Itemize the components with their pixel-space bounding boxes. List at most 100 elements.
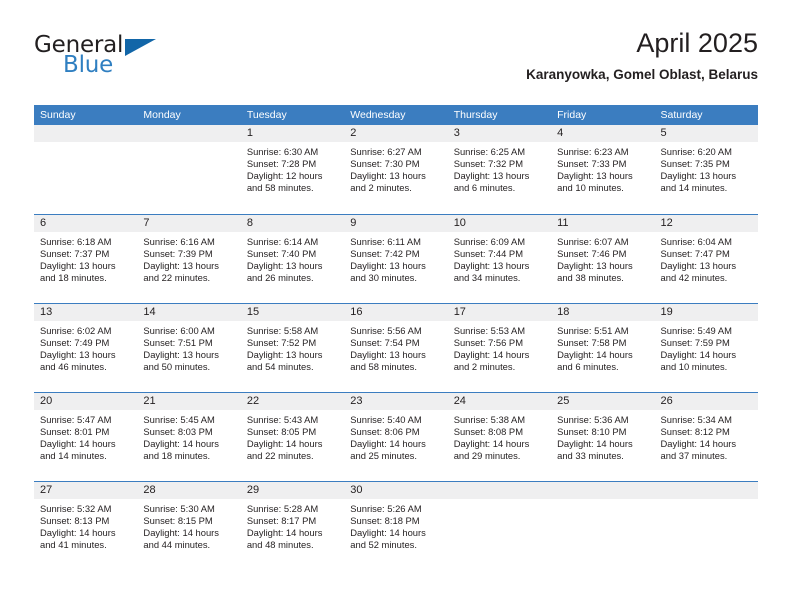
calendar-day-cell[interactable]: 2 Sunrise: 6:27 AM Sunset: 7:30 PM Daylight… <box>344 125 448 214</box>
sunset-text: Sunset: 7:59 PM <box>660 336 730 348</box>
calendar-day-cell[interactable]: 10 Sunrise: 6:09 AM Sunset: 7:44 PM Dayligh… <box>447 213 552 303</box>
daylight-text: Daylight: 14 hours and 2 minutes. <box>453 348 530 372</box>
sunset-text: Sunset: 7:32 PM <box>453 158 523 170</box>
calendar-day-cell[interactable]: 14 Sunrise: 6:00 AM Sunset: 7:51 PM Dayligh… <box>137 302 241 392</box>
day-details: Sunrise: 6:30 AM Sunset: 7:28 PM Daylight:… <box>241 142 344 194</box>
calendar-day-cell[interactable]: 11 Sunrise: 6:07 AM Sunset: 7:46 PM Dayligh… <box>551 213 655 303</box>
daylight-text: Daylight: 14 hours and 25 minutes. <box>350 437 426 461</box>
calendar-day-cell[interactable]: 25 Sunrise: 5:36 AM Sunset: 8:10 PM Dayligh… <box>551 391 655 481</box>
day-cell-inner: 3 Sunrise: 6:25 AM Sunset: 7:32 PM Daylight… <box>447 125 552 214</box>
day-number: 21 <box>137 392 241 410</box>
calendar-day-cell[interactable]: 21 Sunrise: 5:45 AM Sunset: 8:03 PM Dayligh… <box>137 391 241 481</box>
calendar-day-cell[interactable]: 17 Sunrise: 5:53 AM Sunset: 7:56 PM Dayligh… <box>447 302 552 392</box>
calendar-day-cell-empty <box>551 480 655 570</box>
page-subtitle: Karanyowka, Gomel Oblast, Belarus <box>526 67 758 82</box>
sunrise-text: Sunrise: 6:25 AM <box>453 146 526 157</box>
calendar-day-cell-empty <box>137 125 241 214</box>
day-cell-inner: 1 Sunrise: 6:30 AM Sunset: 7:28 PM Daylight… <box>240 125 345 214</box>
day-cell-inner: 21 Sunrise: 5:45 AM Sunset: 8:03 PM Dayligh… <box>137 392 241 481</box>
calendar-day-cell[interactable]: 20 Sunrise: 5:47 AM Sunset: 8:01 PM Dayligh… <box>34 391 138 481</box>
daylight-text: Daylight: 14 hours and 52 minutes. <box>350 526 426 550</box>
day-number: 20 <box>34 392 138 410</box>
calendar-day-cell[interactable]: 22 Sunrise: 5:43 AM Sunset: 8:05 PM Dayligh… <box>240 391 345 481</box>
calendar-day-cell[interactable]: 18 Sunrise: 5:51 AM Sunset: 7:58 PM Dayligh… <box>551 302 655 392</box>
calendar-day-cell[interactable]: 9 Sunrise: 6:11 AM Sunset: 7:42 PM Daylight… <box>344 213 448 303</box>
sunrise-text: Sunrise: 6:00 AM <box>143 324 215 336</box>
weekday-header-thursday: Thursday <box>447 105 552 125</box>
general-blue-logo[interactable]: General Blue <box>34 32 214 88</box>
day-number: 23 <box>344 392 448 410</box>
calendar-day-cell[interactable]: 5 Sunrise: 6:20 AM Sunset: 7:35 PM Daylight… <box>654 125 758 214</box>
day-number: 27 <box>34 481 138 499</box>
day-cell-inner: 22 Sunrise: 5:43 AM Sunset: 8:05 PM Dayligh… <box>240 392 345 481</box>
sunrise-text: Sunrise: 6:04 AM <box>660 235 732 247</box>
calendar-day-cell[interactable]: 12 Sunrise: 6:04 AM Sunset: 7:47 PM Dayligh… <box>654 213 758 303</box>
sunrise-text: Sunrise: 6:02 AM <box>40 324 112 336</box>
day-number <box>551 481 655 499</box>
sunset-text: Sunset: 7:51 PM <box>143 336 213 348</box>
sunset-text: Sunset: 7:47 PM <box>660 247 730 259</box>
day-number <box>34 125 138 142</box>
calendar-day-cell[interactable]: 16 Sunrise: 5:56 AM Sunset: 7:54 PM Dayligh… <box>344 302 448 392</box>
calendar-week-row: 1 Sunrise: 6:30 AM Sunset: 7:28 PM Daylight… <box>34 125 758 214</box>
weekday-header-wednesday: Wednesday <box>344 105 448 125</box>
calendar-day-cell[interactable]: 23 Sunrise: 5:40 AM Sunset: 8:06 PM Dayligh… <box>344 391 448 481</box>
calendar-day-cell[interactable]: 4 Sunrise: 6:23 AM Sunset: 7:33 PM Daylight… <box>551 125 655 214</box>
calendar-day-cell[interactable]: 30 Sunrise: 5:26 AM Sunset: 8:18 PM Dayligh… <box>344 480 448 570</box>
daylight-text: Daylight: 13 hours and 10 minutes. <box>557 170 633 194</box>
calendar-week-row: 20 Sunrise: 5:47 AM Sunset: 8:01 PM Dayligh… <box>34 391 758 481</box>
daylight-text: Daylight: 14 hours and 22 minutes. <box>246 437 323 461</box>
sunset-text: Sunset: 8:18 PM <box>350 514 420 526</box>
daylight-text: Daylight: 14 hours and 37 minutes. <box>660 437 737 461</box>
calendar-day-cell[interactable]: 26 Sunrise: 5:34 AM Sunset: 8:12 PM Dayligh… <box>654 391 758 481</box>
day-details: Sunrise: 5:40 AM Sunset: 8:06 PM Daylight:… <box>344 410 447 462</box>
calendar-day-cell[interactable]: 6 Sunrise: 6:18 AM Sunset: 7:37 PM Daylight… <box>34 213 138 303</box>
calendar-day-cell[interactable]: 1 Sunrise: 6:30 AM Sunset: 7:28 PM Daylight… <box>240 125 345 214</box>
day-number: 5 <box>654 125 758 142</box>
sunset-text: Sunset: 7:52 PM <box>246 336 317 348</box>
daylight-text: Daylight: 13 hours and 58 minutes. <box>350 348 426 372</box>
daylight-text: Daylight: 13 hours and 54 minutes. <box>246 348 323 372</box>
calendar-day-cell[interactable]: 13 Sunrise: 6:02 AM Sunset: 7:49 PM Dayligh… <box>34 302 138 392</box>
sunset-text: Sunset: 8:10 PM <box>557 425 627 437</box>
page-header: General Blue April 2025 Karanyowka, Gome… <box>34 26 758 98</box>
calendar-day-cell[interactable]: 19 Sunrise: 5:49 AM Sunset: 7:59 PM Dayligh… <box>654 302 758 392</box>
day-number: 1 <box>240 125 345 142</box>
calendar-day-cell[interactable]: 24 Sunrise: 5:38 AM Sunset: 8:08 PM Dayligh… <box>447 391 552 481</box>
day-details: Sunrise: 5:51 AM Sunset: 7:58 PM Daylight:… <box>551 321 654 373</box>
day-cell-inner <box>447 481 552 571</box>
day-cell-inner: 26 Sunrise: 5:34 AM Sunset: 8:12 PM Dayligh… <box>654 392 758 481</box>
day-details: Sunrise: 6:11 AM Sunset: 7:42 PM Daylight:… <box>344 232 447 284</box>
calendar-day-cell[interactable]: 8 Sunrise: 6:14 AM Sunset: 7:40 PM Daylight… <box>240 213 345 303</box>
calendar-day-cell[interactable]: 28 Sunrise: 5:30 AM Sunset: 8:15 PM Dayligh… <box>137 480 241 570</box>
day-details: Sunrise: 6:23 AM Sunset: 7:33 PM Daylight:… <box>551 142 654 194</box>
day-details: Sunrise: 5:30 AM Sunset: 8:15 PM Daylight:… <box>137 499 240 551</box>
daylight-text: Daylight: 14 hours and 18 minutes. <box>143 437 219 461</box>
day-details: Sunrise: 5:53 AM Sunset: 7:56 PM Daylight:… <box>448 321 551 373</box>
sunset-text: Sunset: 8:17 PM <box>246 514 317 526</box>
calendar-day-cell[interactable]: 3 Sunrise: 6:25 AM Sunset: 7:32 PM Daylight… <box>447 125 552 214</box>
daylight-text: Daylight: 14 hours and 29 minutes. <box>453 437 530 461</box>
day-details: Sunrise: 5:36 AM Sunset: 8:10 PM Daylight:… <box>551 410 654 462</box>
calendar-header-row: Sunday Monday Tuesday Wednesday Thursday Frid… <box>34 105 758 125</box>
calendar-day-cell[interactable]: 29 Sunrise: 5:28 AM Sunset: 8:17 PM Dayligh… <box>240 480 345 570</box>
sunset-text: Sunset: 7:40 PM <box>246 247 317 259</box>
calendar-day-cell[interactable]: 27 Sunrise: 5:32 AM Sunset: 8:13 PM Dayligh… <box>34 480 138 570</box>
weekday-header-friday: Friday <box>551 105 655 125</box>
day-details: Sunrise: 6:25 AM Sunset: 7:32 PM Daylight:… <box>448 142 551 194</box>
day-cell-inner: 16 Sunrise: 5:56 AM Sunset: 7:54 PM Dayligh… <box>344 303 448 392</box>
sunset-text: Sunset: 8:12 PM <box>660 425 730 437</box>
day-number: 12 <box>654 214 758 232</box>
calendar-day-cell[interactable]: 7 Sunrise: 6:16 AM Sunset: 7:39 PM Daylight… <box>137 213 241 303</box>
sunrise-text: Sunrise: 6:14 AM <box>246 235 319 247</box>
day-cell-inner <box>654 481 758 571</box>
daylight-text: Daylight: 14 hours and 6 minutes. <box>557 348 633 372</box>
day-details: Sunrise: 6:18 AM Sunset: 7:37 PM Daylight:… <box>34 232 137 284</box>
day-details: Sunrise: 6:14 AM Sunset: 7:40 PM Daylight:… <box>241 232 344 284</box>
triangle-icon <box>125 39 156 56</box>
calendar-day-cell[interactable]: 15 Sunrise: 5:58 AM Sunset: 7:52 PM Dayligh… <box>240 302 345 392</box>
day-number: 6 <box>34 214 138 232</box>
title-block: April 2025 Karanyowka, Gomel Oblast, Bel… <box>526 26 758 83</box>
day-number: 3 <box>447 125 552 142</box>
day-cell-inner <box>137 125 241 214</box>
